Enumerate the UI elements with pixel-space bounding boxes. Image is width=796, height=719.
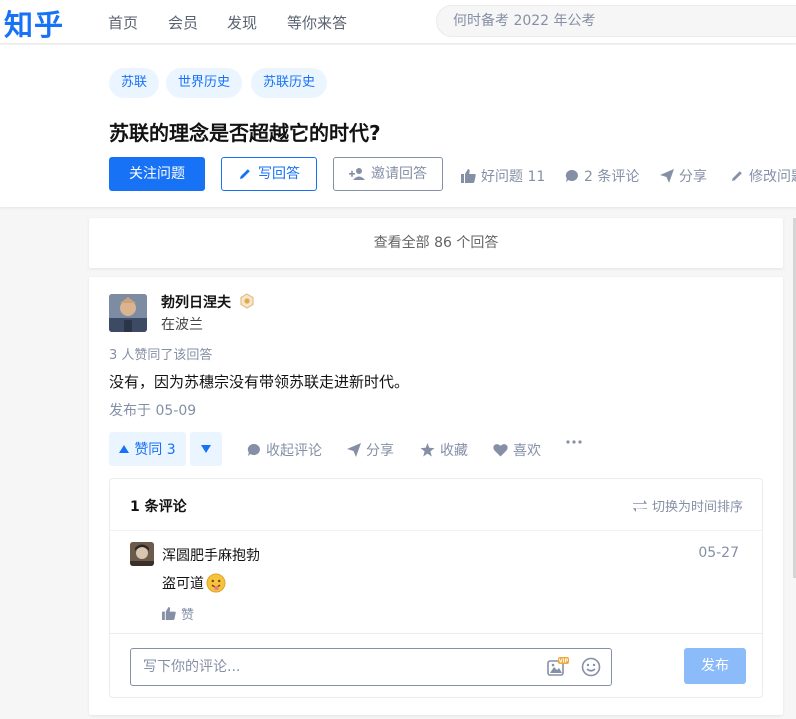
edit-question-button[interactable]: 修改问题	[730, 166, 796, 186]
zhihu-logo[interactable]: 知乎	[4, 2, 64, 44]
triangle-down-icon	[201, 445, 211, 453]
commenter-name[interactable]: 浑圆肥手麻抱勃	[162, 545, 260, 565]
answer-share-label: 分享	[366, 443, 394, 459]
collapse-comments-label: 收起评论	[266, 443, 322, 459]
sort-toggle-button[interactable]: 切换为时间排序	[632, 496, 743, 515]
comment-input-placeholder: 写下你的评论...	[143, 659, 241, 675]
answer-content: 没有，因为苏穗宗没有带领苏联走进新时代。	[109, 373, 410, 391]
pencil-icon	[240, 169, 250, 179]
comment-like-button[interactable]: 赞	[162, 604, 194, 623]
emoji-picker-icon[interactable]	[581, 657, 601, 677]
comments-header: 1 条评论 切换为时间排序	[110, 479, 762, 531]
invite-answer-label: 邀请回答	[371, 166, 427, 182]
heart-icon	[493, 444, 508, 457]
topic-tag-soviet-union[interactable]: 苏联	[109, 68, 160, 98]
comment-icon	[247, 443, 260, 456]
more-options-button[interactable]	[566, 440, 582, 444]
thumbs-up-icon	[162, 607, 176, 620]
upvote-label: 赞同 3	[134, 442, 176, 458]
pencil-icon	[732, 171, 742, 181]
comments-count: 1 条评论	[130, 499, 187, 515]
nav-discover[interactable]: 发现	[227, 12, 257, 33]
vip-badge-text: VIP	[559, 659, 569, 665]
like-label: 喜欢	[513, 443, 541, 459]
comment-input[interactable]: 写下你的评论... VIP	[130, 648, 612, 686]
comment-like-label: 赞	[181, 608, 195, 623]
good-question-button[interactable]: 好问题 11	[461, 166, 545, 186]
author-avatar[interactable]	[109, 294, 147, 332]
downvote-button[interactable]	[190, 432, 222, 466]
achievement-badge-icon[interactable]	[239, 293, 255, 309]
like-button[interactable]: 喜欢	[493, 440, 541, 460]
comment-compose-bar: 写下你的评论... VIP 发布	[110, 633, 762, 697]
follow-question-button[interactable]: 关注问题	[109, 157, 205, 191]
submit-comment-button[interactable]: 发布	[684, 648, 746, 684]
triangle-up-icon	[119, 445, 130, 453]
question-comments-label: 2 条评论	[584, 169, 640, 185]
search-input[interactable]: 何时备考 2022 年公考	[436, 5, 796, 37]
switch-arrows-icon	[632, 499, 647, 512]
question-title[interactable]: 苏联的理念是否超越它的时代?	[109, 117, 381, 146]
nav-home[interactable]: 首页	[108, 12, 138, 33]
comment-text: 盗可道	[162, 573, 226, 593]
add-person-icon	[349, 168, 365, 180]
good-question-label: 好问题 11	[481, 169, 546, 185]
topic-tag-soviet-history[interactable]: 苏联历史	[251, 68, 328, 98]
question-comments-button[interactable]: 2 条评论	[565, 166, 639, 186]
invite-answer-button[interactable]: 邀请回答	[333, 157, 443, 191]
author-headline: 在波兰	[161, 317, 203, 333]
answer-date[interactable]: 发布于 05-09	[109, 400, 196, 420]
question-share-label: 分享	[679, 169, 707, 185]
more-dots-icon	[566, 440, 582, 444]
answer-share-button[interactable]: 分享	[347, 440, 394, 460]
voters-count[interactable]: 3 人赞同了该回答	[109, 344, 212, 363]
topic-tag-world-history[interactable]: 世界历史	[166, 68, 243, 98]
edit-question-label: 修改问题	[749, 169, 796, 185]
collapse-comments-button[interactable]: 收起评论	[247, 440, 322, 460]
author-name[interactable]: 勃列日涅夫	[161, 292, 231, 312]
thumbs-up-icon	[461, 169, 476, 183]
view-all-answers-button[interactable]: 查看全部 86 个回答	[89, 218, 783, 268]
sort-toggle-label: 切换为时间排序	[651, 500, 743, 515]
top-bar: 知乎 首页 会员 发现 等你来答 何时备考 2022 年公考	[0, 0, 796, 44]
nav-membership[interactable]: 会员	[168, 12, 198, 33]
star-icon	[420, 443, 435, 457]
favorite-label: 收藏	[440, 443, 468, 459]
write-answer-button[interactable]: 写回答	[221, 157, 317, 191]
image-upload-icon[interactable]: VIP	[547, 657, 569, 677]
comment-icon	[565, 169, 578, 182]
share-icon	[347, 443, 361, 457]
question-share-button[interactable]: 分享	[660, 166, 707, 186]
write-answer-label: 写回答	[258, 166, 300, 182]
question-header: 苏联 世界历史 苏联历史 苏联的理念是否超越它的时代? 关注问题 写回答 邀请回…	[0, 45, 796, 207]
upvote-button[interactable]: 赞同 3	[109, 432, 186, 466]
answer-card: 勃列日涅夫 在波兰 3 人赞同了该回答 没有，因为苏穗宗没有带领苏联走进新时代。…	[89, 277, 783, 715]
money-mouth-emoji-icon	[206, 573, 226, 593]
comment-date: 05-27	[698, 545, 739, 561]
input-tools: VIP	[547, 657, 601, 677]
comments-panel: 1 条评论 切换为时间排序 浑圆肥手麻抱勃 05-27 盗可道 赞 写下你的评论…	[109, 478, 763, 698]
nav-waiting-answers[interactable]: 等你来答	[287, 12, 347, 33]
favorite-button[interactable]: 收藏	[420, 440, 468, 460]
comment-text-body: 盗可道	[162, 576, 204, 592]
share-icon	[660, 169, 674, 183]
commenter-avatar[interactable]	[130, 542, 154, 566]
